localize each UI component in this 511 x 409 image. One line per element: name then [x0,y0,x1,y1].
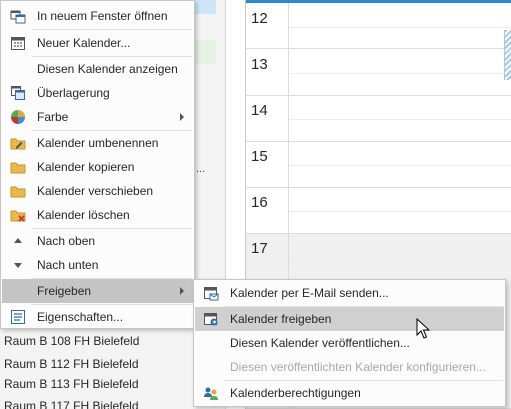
half-hour-line [288,211,511,212]
share-submenu: Kalender per E-Mail senden... Kalender f… [193,279,506,407]
calendar-list-item[interactable]: Raum B 108 FH Bielefeld [4,334,139,348]
share-calendar-icon [204,313,218,326]
menu-item-label: Überlagerung [37,86,110,100]
menu-item-configure-published-calendar: Diesen veröffentlichten Kalender konfigu… [195,355,504,379]
menu-item-label: Kalender umbenennen [37,136,159,150]
menu-item-delete-calendar[interactable]: Kalender löschen [2,203,193,227]
hour-label: 17 [251,240,268,257]
half-hour-line [288,257,511,258]
menu-item-label: In neuem Fenster öffnen [37,9,168,23]
hour-label: 14 [251,102,268,119]
menu-item-move-up[interactable]: Nach oben [2,229,193,253]
half-hour-line [288,73,511,74]
menu-item-label: Nach oben [37,234,96,248]
menu-item-label: Kalender verschieben [37,184,154,198]
menu-item-show-calendar[interactable]: Diesen Kalender anzeigen [2,57,193,81]
menu-item-label: Nach unten [37,258,99,272]
menu-item-label: Neuer Kalender... [37,36,131,50]
calendar-list-item[interactable]: Raum B 112 FH Bielefeld [4,357,139,371]
properties-icon [11,310,25,324]
hour-label: 15 [251,148,268,165]
menu-item-share-calendar[interactable]: Kalender freigeben [195,307,504,331]
hour-label: 12 [251,10,268,27]
hour-slot[interactable] [246,3,511,49]
menu-item-move-down[interactable]: Nach unten [2,253,193,277]
half-hour-line [288,27,511,28]
folder-delete-icon [10,210,26,222]
menu-item-label: Diesen veröffentlichten Kalender konfigu… [230,360,486,374]
menu-item-share[interactable]: Freigeben [2,279,193,303]
move-up-icon [14,238,22,243]
menu-item-rename-calendar[interactable]: Kalender umbenennen [2,131,193,155]
move-down-icon [14,263,22,268]
half-hour-line [288,119,511,120]
folder-copy-icon [10,162,26,174]
calendar-context-menu: In neuem Fenster öffnen Neuer Kalender..… [0,0,195,329]
submenu-arrow-icon [180,287,184,295]
overlay-icon [11,86,25,100]
calendar-permissions-icon [204,387,218,400]
truncated-name-ellipsis: ... [196,163,206,175]
menu-separator [31,29,192,30]
menu-item-label: Diesen Kalender veröffentlichen... [230,336,410,350]
folder-rename-icon [10,138,26,150]
menu-item-email-calendar[interactable]: Kalender per E-Mail senden... [195,281,504,305]
submenu-arrow-icon [180,113,184,121]
menu-item-label: Kalender per E-Mail senden... [230,286,389,300]
menu-item-overlay[interactable]: Überlagerung [2,81,193,105]
menu-item-label: Kalenderberechtigungen [230,386,361,400]
menu-item-label: Kalender kopieren [37,160,135,174]
menu-item-label: Diesen Kalender anzeigen [37,62,178,76]
menu-item-label: Farbe [37,110,69,124]
menu-item-label: Eigenschaften... [37,310,124,324]
calendar-list-item[interactable]: Raum B 117 FH Bielefeld [4,399,139,409]
menu-item-calendar-permissions[interactable]: Kalenderberechtigungen [195,381,504,405]
menu-item-open-new-window[interactable]: In neuem Fenster öffnen [2,4,193,28]
menu-item-copy-calendar[interactable]: Kalender kopieren [2,155,193,179]
menu-item-label: Kalender freigeben [230,312,332,326]
half-hour-line [288,165,511,166]
menu-item-properties[interactable]: Eigenschaften... [2,305,193,329]
menu-item-move-calendar[interactable]: Kalender verschieben [2,179,193,203]
hour-label: 16 [251,194,268,211]
menu-item-label: Kalender löschen [37,208,130,222]
appointment-strip[interactable] [504,30,511,80]
mouse-pointer-icon [416,318,431,339]
calendar-list-item[interactable]: Raum B 113 FH Bielefeld [4,377,139,391]
menu-item-label: Freigeben [37,284,92,298]
folder-move-icon [10,186,26,198]
menu-item-color[interactable]: Farbe [2,105,193,129]
color-palette-icon [11,110,25,124]
open-new-window-icon [10,10,26,24]
new-calendar-icon [11,37,25,50]
menu-item-new-calendar[interactable]: Neuer Kalender... [2,31,193,55]
hour-label: 13 [251,56,268,73]
menu-item-publish-calendar[interactable]: Diesen Kalender veröffentlichen... [195,331,504,355]
email-calendar-icon [204,287,219,301]
